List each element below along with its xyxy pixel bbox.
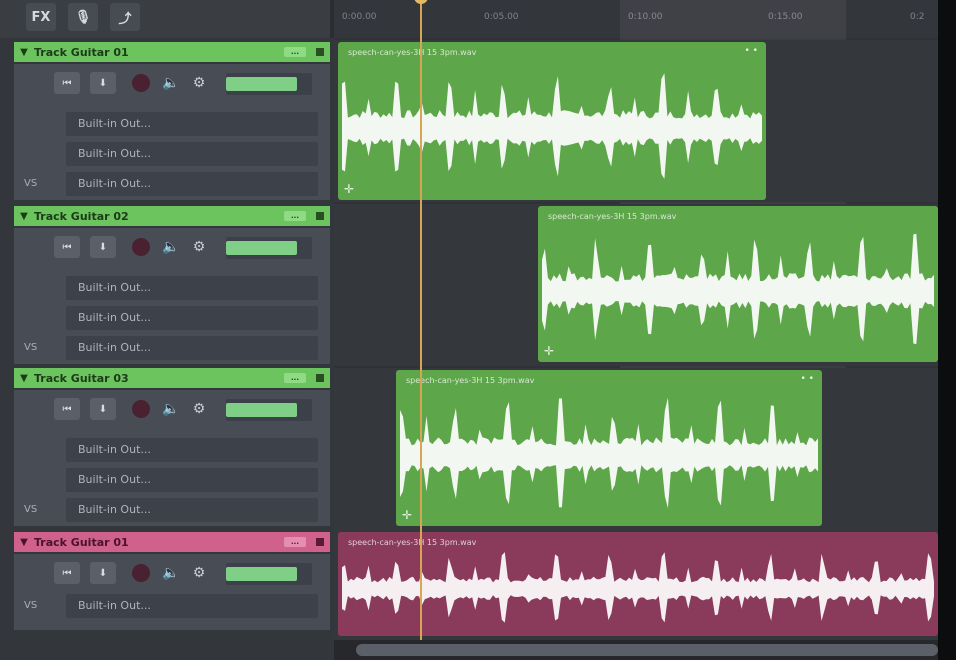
- waveform: [542, 233, 934, 345]
- timeline-area[interactable]: 0:00.00 0:05.00 0:10.00 0:15.00 0:2 spee…: [334, 0, 938, 660]
- output-slot[interactable]: Built-in Out...: [66, 594, 318, 618]
- volume-slider[interactable]: [226, 73, 312, 95]
- output-slot[interactable]: Built-in Out...: [66, 336, 318, 360]
- collapse-icon[interactable]: ▼: [14, 47, 34, 58]
- track-body: ⏮ ⬇ 🔈 ⚙ Built-in Out... VS: [14, 554, 330, 630]
- vs-label: VS: [24, 342, 38, 353]
- track-controls: ⏮ ⬇ 🔈 ⚙: [50, 396, 320, 422]
- output-slot[interactable]: Built-in Out...: [66, 468, 318, 492]
- output-slot[interactable]: Built-in Out...: [66, 276, 318, 300]
- input-select-icon[interactable]: ⬇: [90, 562, 116, 584]
- track-header[interactable]: ▼ Track Guitar 02 ...: [14, 206, 330, 226]
- record-arm-button[interactable]: [132, 74, 150, 92]
- volume-fill: [226, 77, 297, 91]
- collapse-icon[interactable]: ▼: [14, 537, 34, 548]
- time-tick: 0:00.00: [342, 12, 377, 22]
- playhead[interactable]: [420, 0, 422, 640]
- volume-fill: [226, 403, 297, 417]
- output-slot[interactable]: Built-in Out...: [66, 498, 318, 522]
- volume-fill: [226, 567, 297, 581]
- gear-icon[interactable]: ⚙: [188, 562, 210, 584]
- track-menu-icon[interactable]: [316, 374, 324, 382]
- track-name[interactable]: Track Guitar 03: [34, 372, 284, 385]
- volume-slider[interactable]: [226, 399, 312, 421]
- track-menu-icon[interactable]: [316, 48, 324, 56]
- track-body: ⏮ ⬇ 🔈 ⚙ Built-in Out... Built-in Out... …: [14, 64, 330, 200]
- volume-fill: [226, 241, 297, 255]
- speaker-icon[interactable]: 🔈: [160, 236, 182, 258]
- top-toolbar: FX 🎙 ⤴: [0, 0, 330, 38]
- track-name[interactable]: Track Guitar 02: [34, 210, 284, 223]
- add-icon[interactable]: ✛: [544, 344, 554, 358]
- gear-icon[interactable]: ⚙: [188, 236, 210, 258]
- audio-clip[interactable]: speech-can-yes-3H 15 3pm.wav ✛: [538, 206, 938, 362]
- mic-icon[interactable]: 🎙: [68, 3, 98, 31]
- add-icon[interactable]: ✛: [402, 508, 412, 522]
- track-controls: ⏮ ⬇ 🔈 ⚙: [50, 560, 320, 586]
- waveform: [342, 73, 762, 179]
- output-slot[interactable]: Built-in Out...: [66, 306, 318, 330]
- input-select-icon[interactable]: ⬇: [90, 72, 116, 94]
- track-header[interactable]: ▼ Track Guitar 03 ...: [14, 368, 330, 388]
- output-slot[interactable]: Built-in Out...: [66, 172, 318, 196]
- skip-back-icon[interactable]: ⏮: [54, 398, 80, 420]
- audio-clip[interactable]: speech-can-yes-3H 15 3pm.wav: [338, 532, 938, 636]
- vs-label: VS: [24, 178, 38, 189]
- track-list: ▼ Track Guitar 01 ... ⏮ ⬇ 🔈 ⚙ Built-in O…: [0, 38, 334, 660]
- horizontal-scrollbar[interactable]: [334, 640, 938, 660]
- track-menu-icon[interactable]: [316, 212, 324, 220]
- track-name[interactable]: Track Guitar 01: [34, 46, 284, 59]
- add-icon[interactable]: ✛: [344, 182, 354, 196]
- audio-clip[interactable]: speech-can-yes-3H 15 3pm.wav • • ✛: [396, 370, 822, 526]
- input-select-icon[interactable]: ⬇: [90, 398, 116, 420]
- record-arm-button[interactable]: [132, 564, 150, 582]
- output-slot[interactable]: Built-in Out...: [66, 438, 318, 462]
- track-controls: ⏮ ⬇ 🔈 ⚙: [50, 70, 320, 96]
- gear-icon[interactable]: ⚙: [188, 398, 210, 420]
- track-header[interactable]: ▼ Track Guitar 01 ...: [14, 42, 330, 62]
- volume-slider[interactable]: [226, 237, 312, 259]
- track-header[interactable]: ▼ Track Guitar 01 ...: [14, 532, 330, 552]
- collapse-icon[interactable]: ▼: [14, 373, 34, 384]
- collapse-icon[interactable]: ▼: [14, 211, 34, 222]
- window-edge: [938, 0, 956, 660]
- skip-back-icon[interactable]: ⏮: [54, 236, 80, 258]
- gear-icon[interactable]: ⚙: [188, 72, 210, 94]
- track-tag[interactable]: ...: [284, 537, 306, 547]
- track-controls: ⏮ ⬇ 🔈 ⚙: [50, 234, 320, 260]
- track-body: ⏮ ⬇ 🔈 ⚙ Built-in Out... Built-in Out... …: [14, 228, 330, 364]
- input-select-icon[interactable]: ⬇: [90, 236, 116, 258]
- speaker-icon[interactable]: 🔈: [160, 398, 182, 420]
- vs-label: VS: [24, 504, 38, 515]
- fx-button[interactable]: FX: [26, 3, 56, 31]
- waveform: [342, 552, 934, 623]
- skip-back-icon[interactable]: ⏮: [54, 562, 80, 584]
- track-name[interactable]: Track Guitar 01: [34, 536, 284, 549]
- track-tag[interactable]: ...: [284, 47, 306, 57]
- skip-back-icon[interactable]: ⏮: [54, 72, 80, 94]
- time-tick: 0:2: [910, 12, 925, 22]
- track-tag[interactable]: ...: [284, 211, 306, 221]
- scrollbar-thumb[interactable]: [356, 644, 938, 656]
- waveform: [400, 397, 818, 509]
- audio-clip[interactable]: speech-can-yes-3H 15 3pm.wav • • ✛: [338, 42, 766, 200]
- vs-label: VS: [24, 600, 38, 611]
- record-arm-button[interactable]: [132, 238, 150, 256]
- volume-slider[interactable]: [226, 563, 312, 585]
- output-slot[interactable]: Built-in Out...: [66, 142, 318, 166]
- track-menu-icon[interactable]: [316, 538, 324, 546]
- track-body: ⏮ ⬇ 🔈 ⚙ Built-in Out... Built-in Out... …: [14, 390, 330, 526]
- record-arm-button[interactable]: [132, 400, 150, 418]
- time-tick: 0:05.00: [484, 12, 519, 22]
- speaker-icon[interactable]: 🔈: [160, 562, 182, 584]
- output-slot[interactable]: Built-in Out...: [66, 112, 318, 136]
- automation-icon[interactable]: ⤴: [110, 3, 140, 31]
- speaker-icon[interactable]: 🔈: [160, 72, 182, 94]
- track-tag[interactable]: ...: [284, 373, 306, 383]
